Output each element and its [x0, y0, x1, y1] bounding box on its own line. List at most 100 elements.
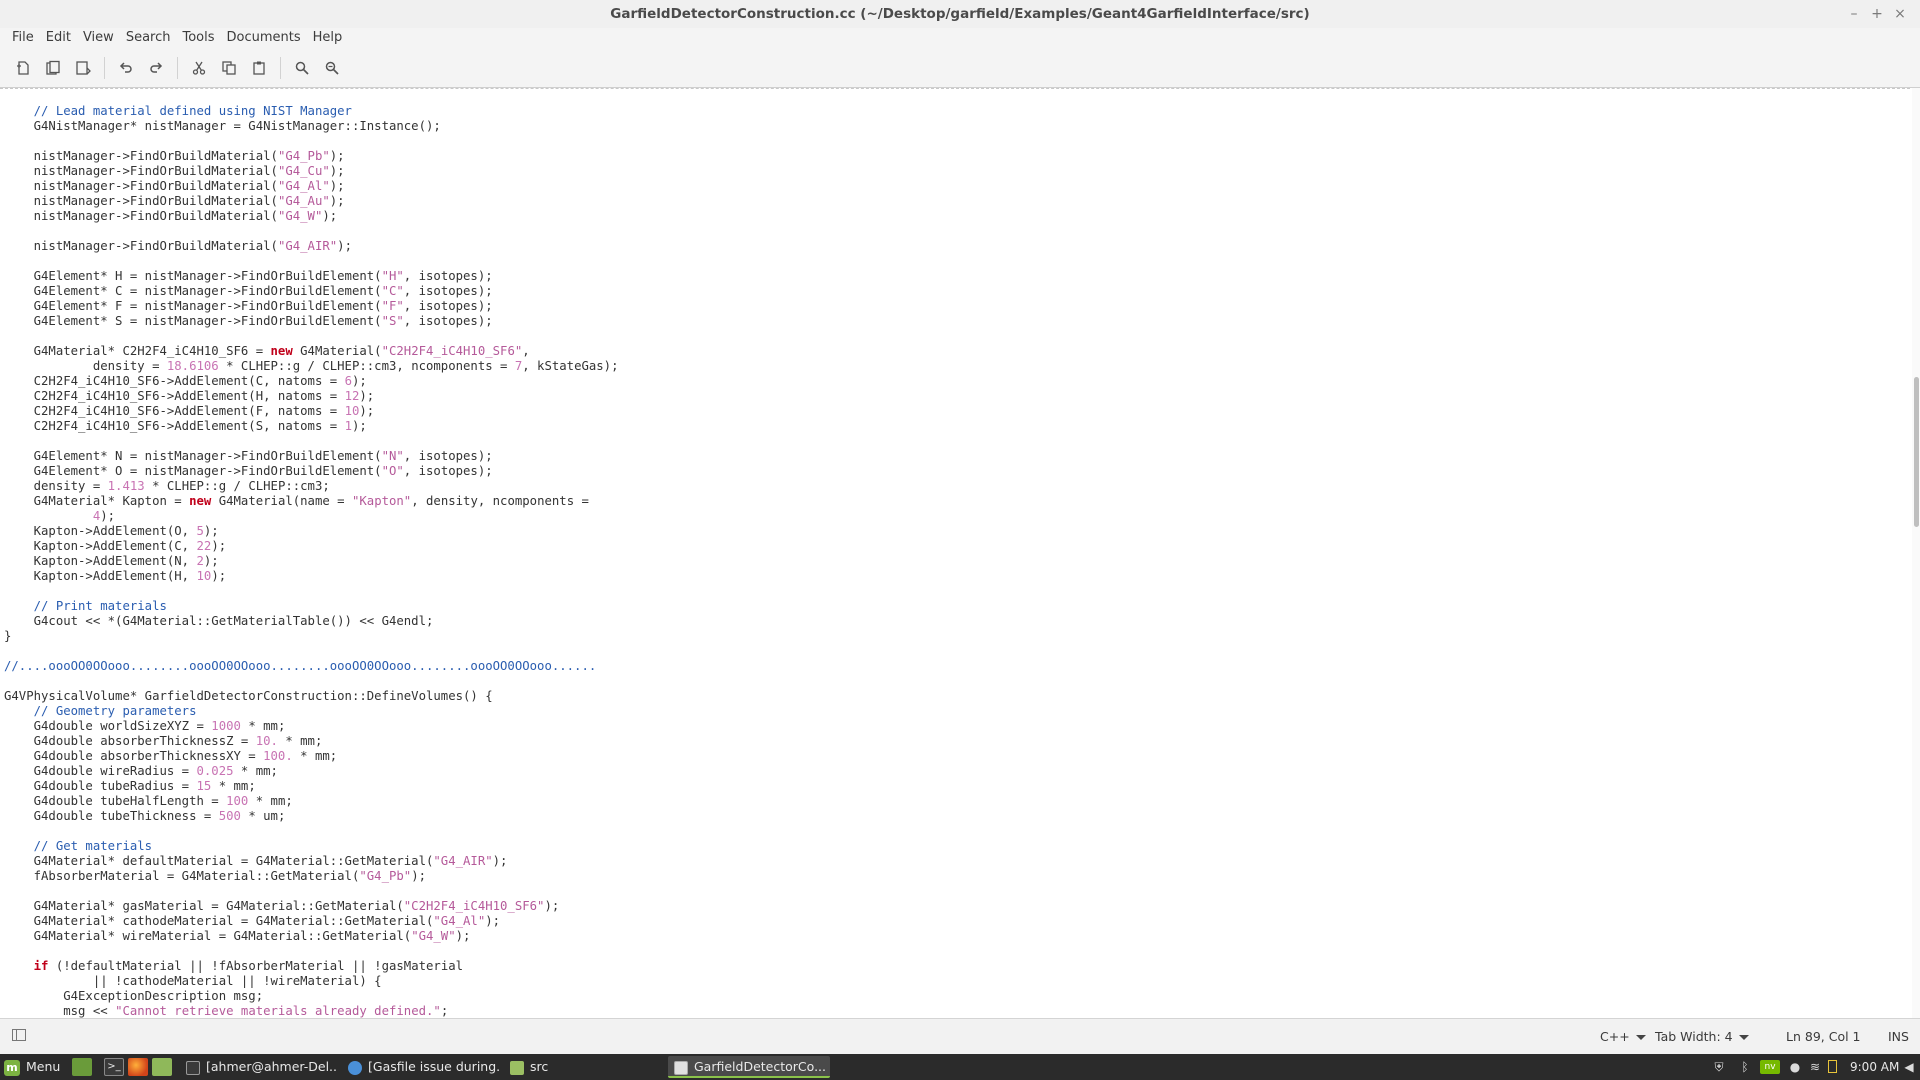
files-launcher-icon[interactable] — [152, 1058, 172, 1076]
open-document-button[interactable] — [38, 53, 68, 83]
code-line[interactable]: G4Element* F = nistManager->FindOrBuildE… — [4, 299, 619, 314]
save-document-button[interactable] — [68, 53, 98, 83]
code-line[interactable]: Kapton->AddElement(C, 22); — [4, 539, 619, 554]
code-line[interactable]: G4double worldSizeXYZ = 1000 * mm; — [4, 719, 619, 734]
code-line[interactable] — [4, 134, 619, 149]
code-line[interactable] — [4, 824, 619, 839]
code-line[interactable]: G4Element* O = nistManager->FindOrBuildE… — [4, 464, 619, 479]
redo-button[interactable] — [141, 53, 171, 83]
search-button[interactable] — [287, 53, 317, 83]
code-line[interactable]: // Geometry parameters — [4, 704, 619, 719]
code-line[interactable]: // Print materials — [4, 599, 619, 614]
code-line[interactable] — [4, 224, 619, 239]
code-line[interactable]: nistManager->FindOrBuildMaterial("G4_W")… — [4, 209, 619, 224]
code-line[interactable]: G4ExceptionDescription msg; — [4, 989, 619, 1004]
code-text-area[interactable]: // Lead material defined using NIST Mana… — [4, 104, 619, 1019]
code-line[interactable] — [4, 944, 619, 959]
code-line[interactable]: G4double tubeThickness = 500 * um; — [4, 809, 619, 824]
undo-button[interactable] — [111, 53, 141, 83]
menu-edit[interactable]: Edit — [40, 28, 77, 48]
code-line[interactable]: nistManager->FindOrBuildMaterial("G4_Au"… — [4, 194, 619, 209]
code-line[interactable]: G4Material* Kapton = new G4Material(name… — [4, 494, 619, 509]
code-line[interactable]: // Lead material defined using NIST Mana… — [4, 104, 619, 119]
code-line[interactable]: G4VPhysicalVolume* GarfieldDetectorConst… — [4, 689, 619, 704]
taskbar-task-browser[interactable]: [Gasfile issue during... — [342, 1056, 500, 1078]
code-line[interactable] — [4, 329, 619, 344]
new-document-button[interactable] — [8, 53, 38, 83]
language-selector[interactable]: C++ — [1600, 1019, 1646, 1055]
menu-documents[interactable]: Documents — [221, 28, 307, 48]
code-line[interactable]: G4Material* C2H2F4_iC4H10_SF6 = new G4Ma… — [4, 344, 619, 359]
code-line[interactable]: nistManager->FindOrBuildMaterial("G4_AIR… — [4, 239, 619, 254]
search-replace-button[interactable] — [317, 53, 347, 83]
code-line[interactable]: C2H2F4_iC4H10_SF6->AddElement(F, natoms … — [4, 404, 619, 419]
code-line[interactable]: G4Material* gasMaterial = G4Material::Ge… — [4, 899, 619, 914]
code-editor[interactable]: // Lead material defined using NIST Mana… — [0, 88, 1920, 1019]
code-line[interactable]: G4double absorberThicknessZ = 10. * mm; — [4, 734, 619, 749]
minimize-icon[interactable]: – — [1844, 4, 1864, 24]
close-icon[interactable]: × — [1890, 4, 1910, 24]
menu-tools[interactable]: Tools — [176, 28, 220, 48]
code-line[interactable]: G4Element* S = nistManager->FindOrBuildE… — [4, 314, 619, 329]
code-line[interactable]: Kapton->AddElement(N, 2); — [4, 554, 619, 569]
code-line[interactable]: C2H2F4_iC4H10_SF6->AddElement(H, natoms … — [4, 389, 619, 404]
taskbar-task-terminal[interactable]: [ahmer@ahmer-Del... — [180, 1056, 338, 1078]
code-line[interactable]: if (!defaultMaterial || !fAbsorberMateri… — [4, 959, 619, 974]
firefox-launcher-icon[interactable] — [128, 1058, 148, 1076]
vertical-scrollbar[interactable] — [1912, 88, 1920, 1018]
code-line[interactable]: density = 1.413 * CLHEP::g / CLHEP::cm3; — [4, 479, 619, 494]
side-panel-toggle-icon[interactable] — [12, 1029, 26, 1041]
code-line[interactable]: C2H2F4_iC4H10_SF6->AddElement(C, natoms … — [4, 374, 619, 389]
code-line[interactable] — [4, 884, 619, 899]
code-line[interactable] — [4, 434, 619, 449]
code-line[interactable]: C2H2F4_iC4H10_SF6->AddElement(S, natoms … — [4, 419, 619, 434]
terminal-launcher-icon[interactable]: >_ — [104, 1058, 124, 1076]
code-line[interactable]: G4NistManager* nistManager = G4NistManag… — [4, 119, 619, 134]
maximize-icon[interactable]: + — [1867, 4, 1887, 24]
code-line[interactable]: G4Material* wireMaterial = G4Material::G… — [4, 929, 619, 944]
code-line[interactable]: density = 18.6106 * CLHEP::g / CLHEP::cm… — [4, 359, 619, 374]
code-line[interactable]: G4Element* C = nistManager->FindOrBuildE… — [4, 284, 619, 299]
code-line[interactable] — [4, 584, 619, 599]
menu-view[interactable]: View — [77, 28, 120, 48]
scrollbar-thumb[interactable] — [1914, 377, 1919, 527]
show-desktop-icon[interactable] — [72, 1058, 92, 1076]
code-line[interactable] — [4, 644, 619, 659]
tab-width-selector[interactable]: Tab Width: 4 — [1655, 1019, 1749, 1055]
code-line[interactable]: fAbsorberMaterial = G4Material::GetMater… — [4, 869, 619, 884]
code-line[interactable]: nistManager->FindOrBuildMaterial("G4_Pb"… — [4, 149, 619, 164]
code-line[interactable] — [4, 254, 619, 269]
code-line[interactable]: G4Element* N = nistManager->FindOrBuildE… — [4, 449, 619, 464]
code-line[interactable]: nistManager->FindOrBuildMaterial("G4_Cu"… — [4, 164, 619, 179]
volume-icon[interactable]: ◀ — [1902, 1060, 1916, 1074]
code-line[interactable]: //....oooOO0OOooo........oooOO0OOooo....… — [4, 659, 619, 674]
wifi-icon[interactable]: ≋ — [1808, 1060, 1822, 1074]
code-line[interactable]: G4double tubeRadius = 15 * mm; — [4, 779, 619, 794]
code-line[interactable]: G4double wireRadius = 0.025 * mm; — [4, 764, 619, 779]
menu-help[interactable]: Help — [307, 28, 349, 48]
clock[interactable]: 9:00 AM — [1850, 1054, 1899, 1080]
code-line[interactable]: G4Material* cathodeMaterial = G4Material… — [4, 914, 619, 929]
code-line[interactable]: 4); — [4, 509, 619, 524]
code-line[interactable]: G4double absorberThicknessXY = 100. * mm… — [4, 749, 619, 764]
code-line[interactable]: G4cout << *(G4Material::GetMaterialTable… — [4, 614, 619, 629]
menu-file[interactable]: File — [6, 28, 40, 48]
taskbar-task-editor[interactable]: GarfieldDetectorCo... — [668, 1056, 830, 1078]
paste-button[interactable] — [244, 53, 274, 83]
user-icon[interactable]: ● — [1788, 1060, 1802, 1074]
battery-icon[interactable] — [1828, 1060, 1837, 1073]
code-line[interactable]: G4double tubeHalfLength = 100 * mm; — [4, 794, 619, 809]
start-menu-button[interactable]: m Menu — [4, 1054, 60, 1080]
shield-icon[interactable]: ⛨ — [1712, 1060, 1726, 1074]
code-line[interactable]: || !cathodeMaterial || !wireMaterial) { — [4, 974, 619, 989]
code-line[interactable]: } — [4, 629, 619, 644]
taskbar-task-files[interactable]: src — [504, 1056, 662, 1078]
menu-search[interactable]: Search — [120, 28, 177, 48]
code-line[interactable]: // Get materials — [4, 839, 619, 854]
copy-button[interactable] — [214, 53, 244, 83]
nvidia-icon[interactable]: nv — [1760, 1060, 1780, 1074]
cut-button[interactable] — [184, 53, 214, 83]
code-line[interactable] — [4, 674, 619, 689]
code-line[interactable]: G4Element* H = nistManager->FindOrBuildE… — [4, 269, 619, 284]
code-line[interactable]: Kapton->AddElement(H, 10); — [4, 569, 619, 584]
